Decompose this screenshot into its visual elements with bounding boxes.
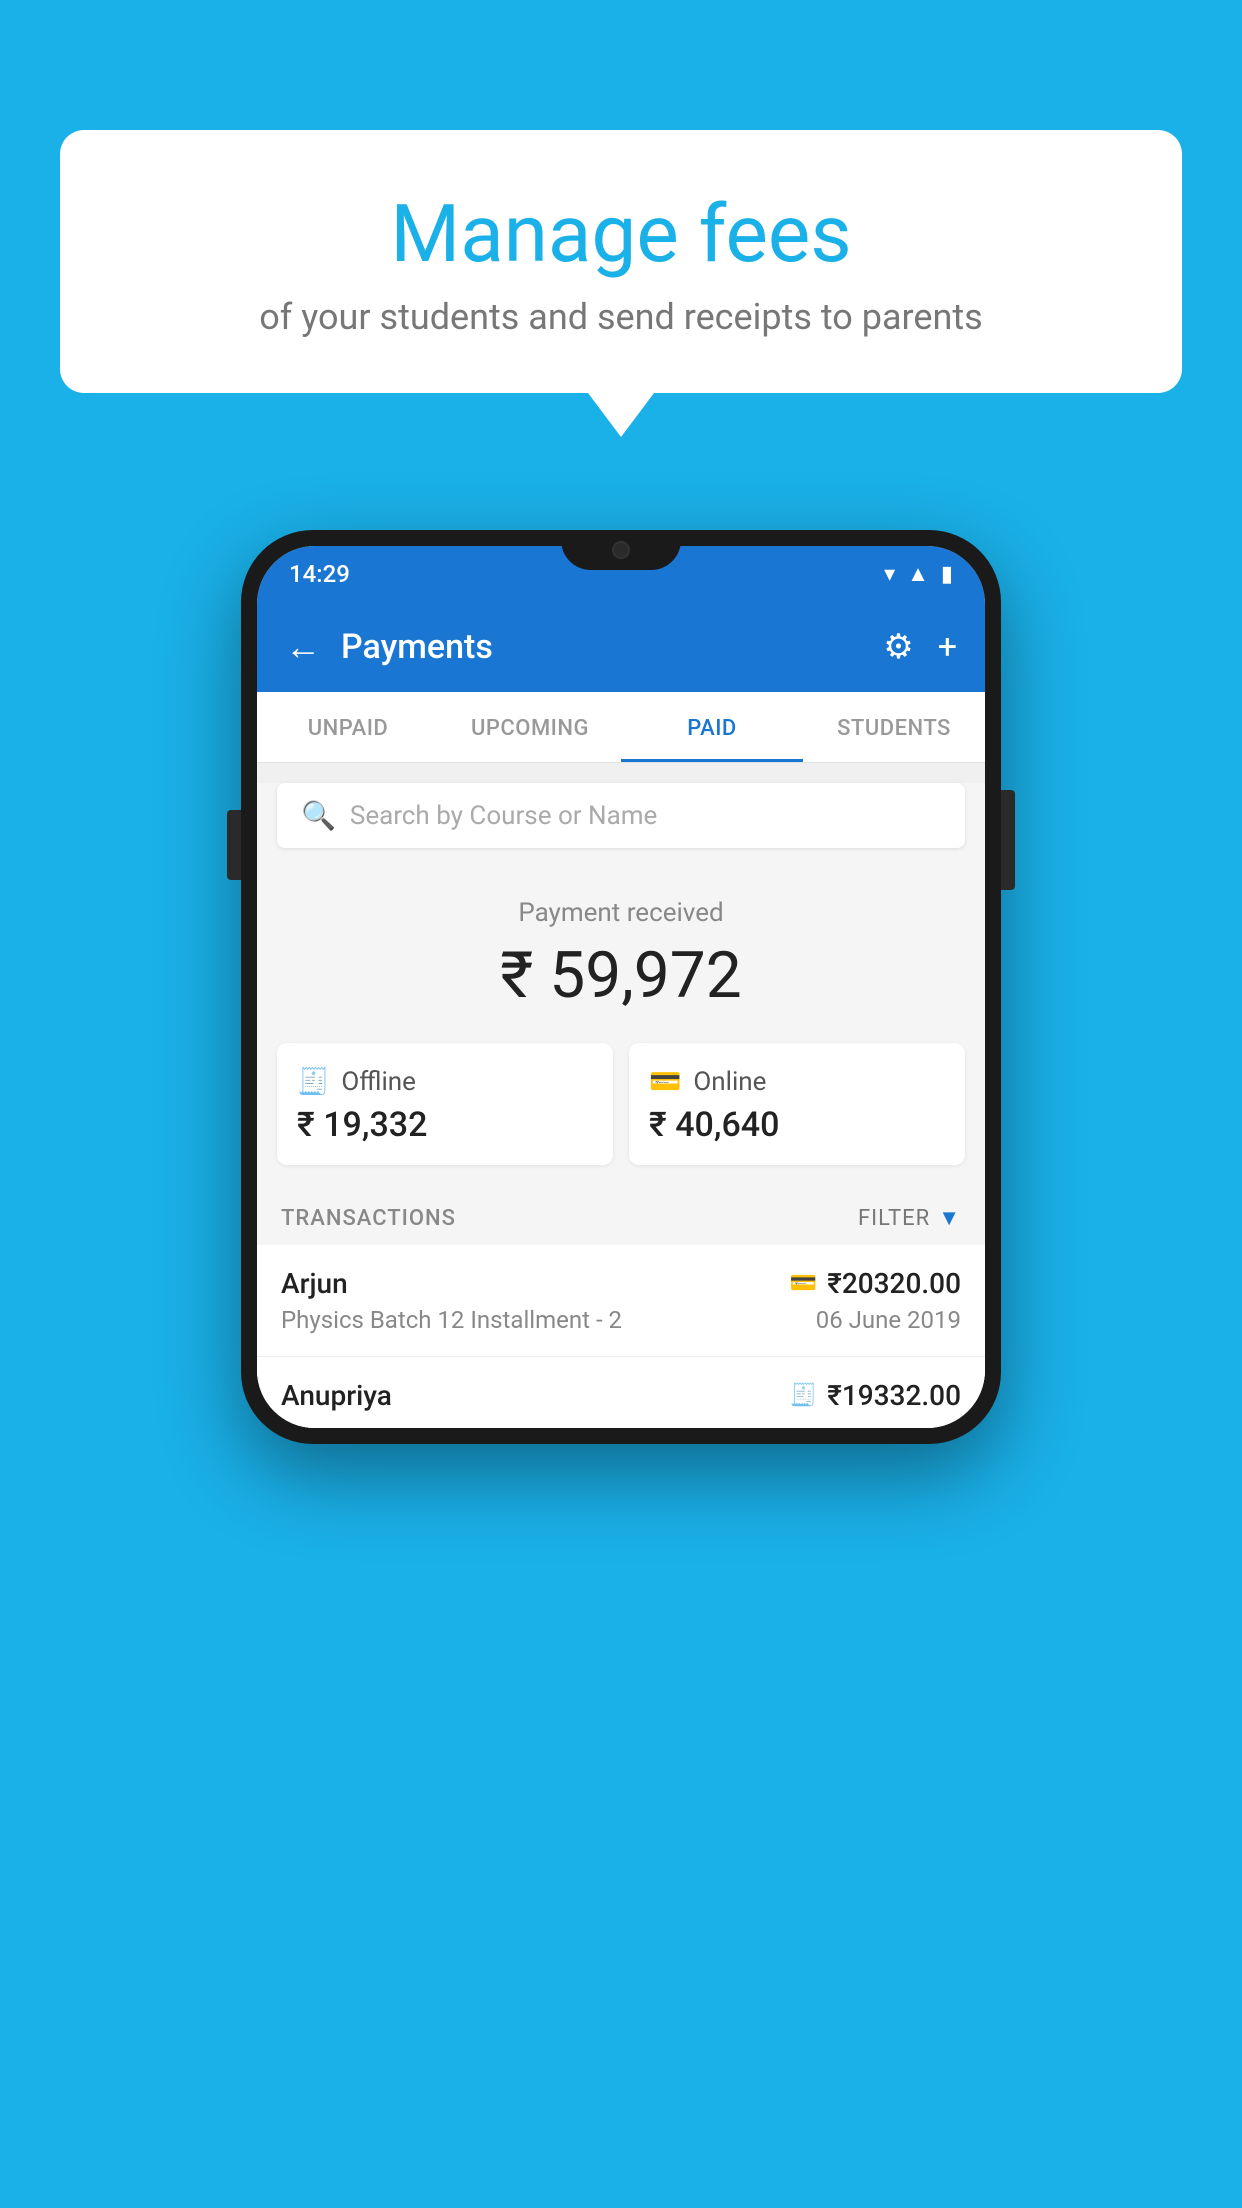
filter-icon: ▼	[938, 1205, 961, 1231]
transactions-label: TRANSACTIONS	[281, 1206, 456, 1231]
app-bar: ← Payments ⚙ +	[257, 602, 985, 692]
tab-students[interactable]: STUDENTS	[803, 692, 985, 762]
search-icon: 🔍	[301, 799, 336, 832]
transaction-item[interactable]: Arjun 💳 ₹20320.00 Physics Batch 12 Insta…	[257, 1245, 985, 1357]
bubble-title: Manage fees	[130, 190, 1112, 278]
transaction-amount-wrap-2: 🧾 ₹19332.00	[790, 1379, 961, 1412]
tab-unpaid[interactable]: UNPAID	[257, 692, 439, 762]
tab-upcoming[interactable]: UPCOMING	[439, 692, 621, 762]
camera-dot	[612, 541, 630, 559]
online-card: 💳 Online ₹ 40,640	[629, 1043, 965, 1165]
settings-icon[interactable]: ⚙	[883, 627, 913, 667]
search-input[interactable]: Search by Course or Name	[350, 801, 657, 831]
filter-label: FILTER	[858, 1206, 930, 1231]
transaction-amount-2: ₹19332.00	[827, 1379, 961, 1412]
status-time: 14:29	[289, 560, 350, 588]
transaction-row-2: Physics Batch 12 Installment - 2 06 June…	[281, 1306, 961, 1334]
status-icons: ▾ ▲ ▮	[884, 561, 953, 587]
transaction-row-1b: Anupriya 🧾 ₹19332.00	[281, 1379, 961, 1412]
transaction-course: Physics Batch 12 Installment - 2	[281, 1306, 622, 1334]
speech-bubble: Manage fees of your students and send re…	[60, 130, 1182, 393]
offline-card-amount: ₹ 19,332	[297, 1105, 593, 1145]
wifi-icon: ▾	[884, 562, 895, 587]
search-bar[interactable]: 🔍 Search by Course or Name	[277, 783, 965, 848]
online-payment-icon: 💳	[649, 1067, 681, 1097]
tab-paid[interactable]: PAID	[621, 692, 803, 762]
signal-icon: ▲	[907, 561, 929, 587]
back-button[interactable]: ←	[285, 626, 321, 668]
offline-card-header: 🧾 Offline	[297, 1067, 593, 1097]
app-bar-icons: ⚙ +	[883, 627, 957, 667]
phone-inner: 14:29 ▾ ▲ ▮ ← Payments ⚙ + UNPAID UPCO	[257, 546, 985, 1428]
phone-outer: 14:29 ▾ ▲ ▮ ← Payments ⚙ + UNPAID UPCO	[241, 530, 1001, 1444]
add-icon[interactable]: +	[938, 627, 957, 667]
online-card-type: Online	[693, 1067, 766, 1097]
offline-payment-icon: 🧾	[297, 1067, 329, 1097]
app-bar-title: Payments	[341, 627, 863, 667]
transaction-row-1: Arjun 💳 ₹20320.00	[281, 1267, 961, 1300]
bubble-subtitle: of your students and send receipts to pa…	[130, 296, 1112, 338]
offline-card-type: Offline	[341, 1067, 416, 1097]
tabs: UNPAID UPCOMING PAID STUDENTS	[257, 692, 985, 763]
transaction-amount: ₹20320.00	[827, 1267, 961, 1300]
transaction-date: 06 June 2019	[816, 1306, 961, 1334]
payment-total-amount: ₹ 59,972	[257, 938, 985, 1013]
payment-received-label: Payment received	[257, 898, 985, 928]
phone-notch	[561, 530, 681, 570]
offline-card: 🧾 Offline ₹ 19,332	[277, 1043, 613, 1165]
content-area: 🔍 Search by Course or Name Payment recei…	[257, 783, 985, 1428]
transaction-name-2: Anupriya	[281, 1379, 392, 1412]
payment-cards-row: 🧾 Offline ₹ 19,332 💳 Online ₹ 40,640	[257, 1033, 985, 1185]
filter-button[interactable]: FILTER ▼	[858, 1205, 961, 1231]
transaction-amount-wrap: 💳 ₹20320.00	[790, 1267, 961, 1300]
speech-bubble-container: Manage fees of your students and send re…	[60, 130, 1182, 393]
online-card-header: 💳 Online	[649, 1067, 945, 1097]
transaction-payment-icon-2: 🧾	[790, 1383, 817, 1408]
transaction-payment-icon: 💳	[790, 1271, 817, 1296]
online-card-amount: ₹ 40,640	[649, 1105, 945, 1145]
payment-summary: Payment received ₹ 59,972	[257, 868, 985, 1033]
phone-container: 14:29 ▾ ▲ ▮ ← Payments ⚙ + UNPAID UPCO	[241, 530, 1001, 1444]
transaction-item-partial[interactable]: Anupriya 🧾 ₹19332.00	[257, 1357, 985, 1428]
battery-icon: ▮	[941, 562, 953, 587]
transactions-header: TRANSACTIONS FILTER ▼	[257, 1185, 985, 1245]
transactions-list: Arjun 💳 ₹20320.00 Physics Batch 12 Insta…	[257, 1245, 985, 1428]
transaction-name: Arjun	[281, 1267, 348, 1300]
